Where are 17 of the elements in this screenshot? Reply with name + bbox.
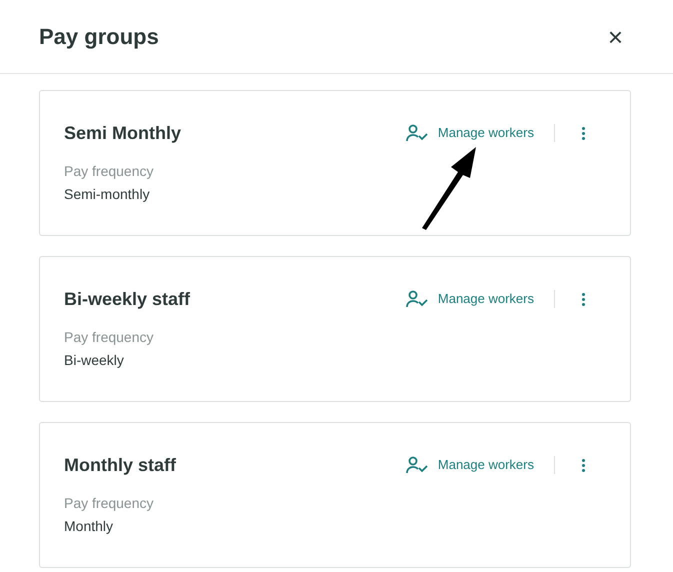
- person-check-icon: [406, 456, 428, 474]
- field-label: Pay frequency: [64, 328, 154, 347]
- dialog-title: Pay groups: [39, 23, 159, 51]
- group-name: Bi-weekly staff: [64, 288, 190, 311]
- field-value: Bi-weekly: [64, 351, 125, 370]
- field-value: Monthly: [64, 517, 114, 536]
- person-check-icon: [406, 290, 428, 308]
- person-check-icon: [406, 124, 428, 142]
- field-label: Pay frequency: [64, 162, 154, 181]
- field-value: Semi-monthly: [64, 185, 151, 204]
- manage-workers-link[interactable]: Manage workers: [406, 289, 534, 309]
- manage-workers-link[interactable]: Manage workers: [406, 455, 534, 475]
- manage-workers-link[interactable]: Manage workers: [406, 123, 534, 143]
- field-label: Pay frequency: [64, 494, 154, 513]
- group-name: Monthly staff: [64, 454, 176, 477]
- close-button[interactable]: ×: [608, 24, 623, 50]
- group-name: Semi Monthly: [64, 122, 182, 145]
